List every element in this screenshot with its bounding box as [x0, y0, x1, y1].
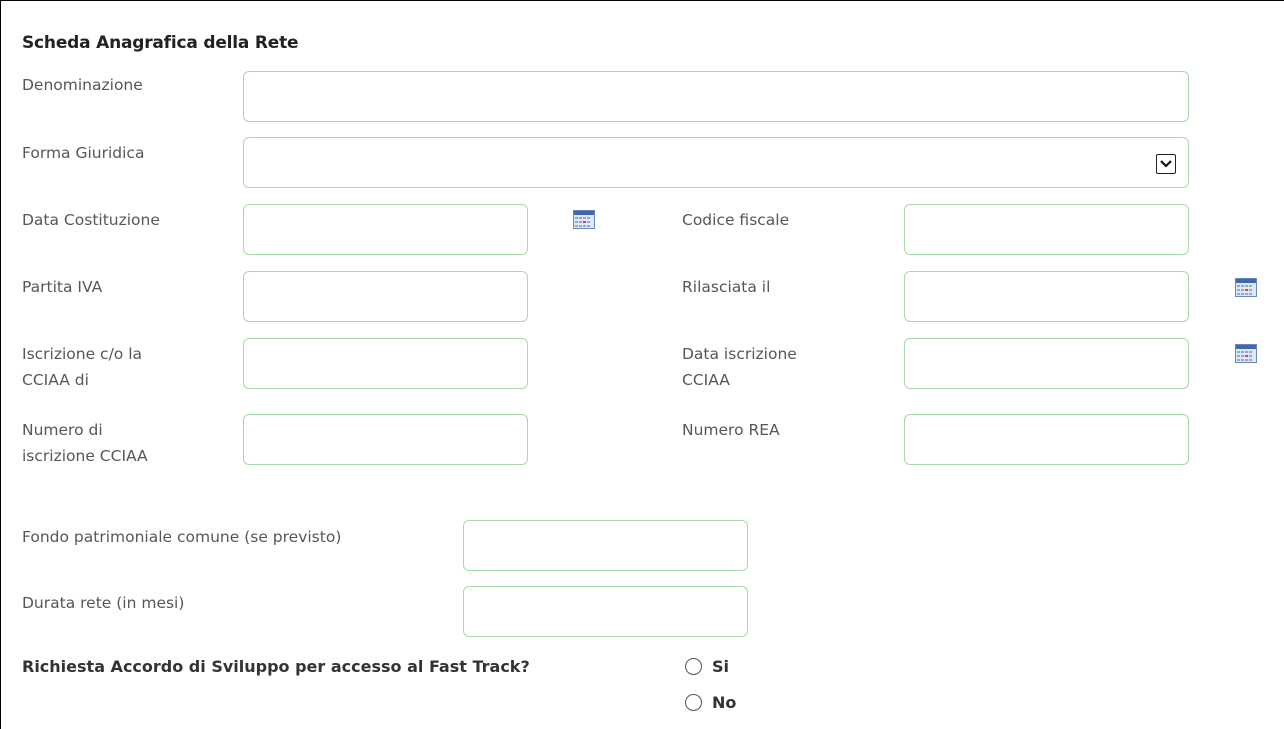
rilasciata-il-field[interactable] — [904, 271, 1189, 322]
numero-iscrizione-cciaa-field[interactable] — [243, 414, 528, 465]
iscrizione-cciaa-label: Iscrizione c/o la CCIAA di — [22, 341, 142, 393]
iscrizione-cciaa-label-line2: CCIAA di — [22, 371, 89, 389]
section-title: Scheda Anagrafica della Rete — [22, 33, 299, 53]
rilasciata-il-label: Rilasciata il — [682, 278, 771, 296]
fondo-patrimoniale-input[interactable] — [464, 521, 747, 570]
iscrizione-cciaa-label-line1: Iscrizione c/o la — [22, 345, 143, 363]
fondo-patrimoniale-field[interactable] — [463, 520, 748, 571]
numero-iscrizione-cciaa-label: Numero di iscrizione CCIAA — [22, 417, 148, 469]
radio-si-label: Si — [712, 657, 730, 676]
data-iscrizione-cciaa-label-line1: Data iscrizione — [682, 345, 797, 363]
radio-option-no[interactable]: No — [685, 693, 736, 712]
iscrizione-cciaa-input[interactable] — [244, 339, 527, 388]
partita-iva-input[interactable] — [244, 272, 527, 321]
numero-iscrizione-cciaa-label-line1: Numero di — [22, 421, 103, 439]
numero-rea-input[interactable] — [905, 415, 1188, 464]
numero-iscrizione-cciaa-input[interactable] — [244, 415, 527, 464]
denominazione-label: Denominazione — [22, 76, 143, 94]
numero-rea-label: Numero REA — [682, 421, 780, 439]
data-costituzione-input[interactable] — [244, 205, 527, 254]
radio-si[interactable] — [685, 658, 702, 675]
forma-giuridica-select[interactable] — [243, 137, 1189, 188]
data-iscrizione-cciaa-label-line2: CCIAA — [682, 371, 730, 389]
numero-rea-field[interactable] — [904, 414, 1189, 465]
radio-no-label: No — [712, 693, 737, 712]
data-costituzione-field[interactable] — [243, 204, 528, 255]
calendar-icon[interactable] — [1235, 344, 1257, 363]
denominazione-input[interactable] — [244, 72, 1188, 121]
radio-option-si[interactable]: Si — [685, 657, 729, 676]
partita-iva-field[interactable] — [243, 271, 528, 322]
rilasciata-il-input[interactable] — [905, 272, 1188, 321]
codice-fiscale-field[interactable] — [904, 204, 1189, 255]
durata-rete-field[interactable] — [463, 586, 748, 637]
fast-track-question: Richiesta Accordo di Sviluppo per access… — [22, 657, 530, 676]
fondo-patrimoniale-label: Fondo patrimoniale comune (se previsto) — [22, 528, 342, 546]
data-iscrizione-cciaa-input[interactable] — [905, 339, 1188, 388]
form-panel: Scheda Anagrafica della Rete Denominazio… — [0, 0, 1284, 729]
durata-rete-input[interactable] — [464, 587, 747, 636]
chevron-down-icon[interactable] — [1156, 154, 1176, 174]
denominazione-field[interactable] — [243, 71, 1189, 122]
numero-iscrizione-cciaa-label-line2: iscrizione CCIAA — [22, 447, 148, 465]
codice-fiscale-input[interactable] — [905, 205, 1188, 254]
data-costituzione-label: Data Costituzione — [22, 211, 160, 229]
partita-iva-label: Partita IVA — [22, 278, 103, 296]
data-iscrizione-cciaa-field[interactable] — [904, 338, 1189, 389]
iscrizione-cciaa-field[interactable] — [243, 338, 528, 389]
radio-no[interactable] — [685, 694, 702, 711]
forma-giuridica-label: Forma Giuridica — [22, 144, 145, 162]
calendar-icon[interactable] — [1235, 278, 1257, 297]
data-iscrizione-cciaa-label: Data iscrizione CCIAA — [682, 341, 797, 393]
codice-fiscale-label: Codice fiscale — [682, 211, 790, 229]
calendar-icon[interactable] — [573, 210, 595, 229]
durata-rete-label: Durata rete (in mesi) — [22, 594, 185, 612]
